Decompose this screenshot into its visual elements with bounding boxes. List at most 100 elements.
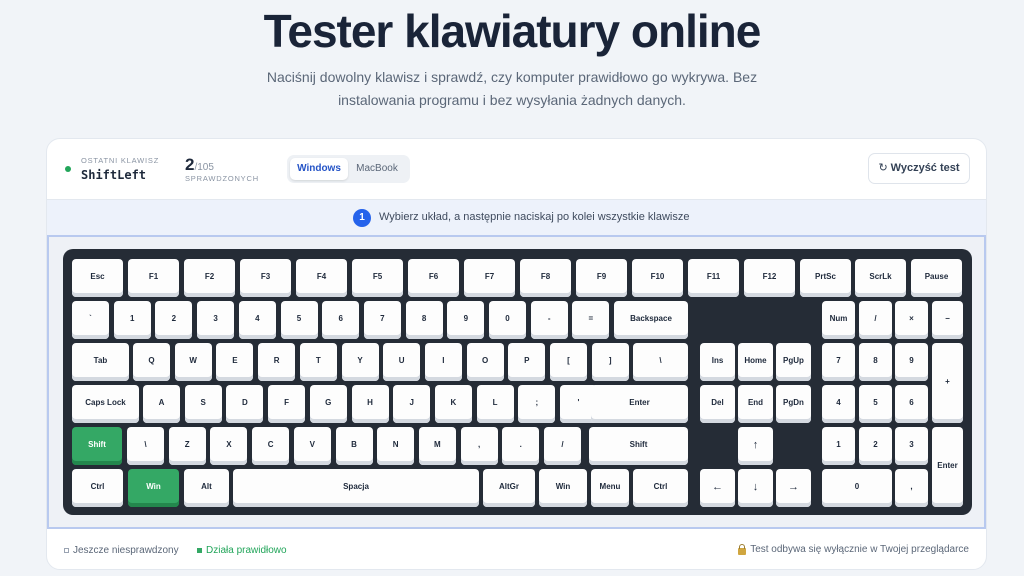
key-symbol[interactable]: ← — [700, 469, 735, 507]
key-y[interactable]: Y — [341, 343, 379, 381]
key-f[interactable]: F — [268, 385, 306, 423]
key-pgdn[interactable]: PgDn — [776, 385, 811, 423]
key-j[interactable]: J — [393, 385, 431, 423]
key-del[interactable]: Del — [700, 385, 735, 423]
key-symbol[interactable]: ` — [72, 301, 109, 339]
key-1[interactable]: 1 — [822, 427, 855, 465]
key-symbol[interactable]: ; — [518, 385, 556, 423]
key-a[interactable]: A — [143, 385, 180, 423]
key-x[interactable]: X — [210, 427, 248, 465]
key-v[interactable]: V — [293, 427, 331, 465]
key-num[interactable]: Num — [822, 301, 855, 339]
key-symbol[interactable]: / — [544, 427, 581, 465]
key-scrlk[interactable]: ScrLk — [855, 259, 906, 297]
key-f9[interactable]: F9 — [576, 259, 627, 297]
key-q[interactable]: Q — [133, 343, 170, 381]
key-symbol[interactable]: ↑ — [738, 427, 773, 465]
key-h[interactable]: H — [351, 385, 389, 423]
key-f8[interactable]: F8 — [520, 259, 571, 297]
key-symbol[interactable]: - — [530, 301, 568, 339]
key-w[interactable]: W — [174, 343, 212, 381]
key-i[interactable]: I — [424, 343, 462, 381]
key-pause[interactable]: Pause — [911, 259, 962, 297]
key-5[interactable]: 5 — [859, 385, 892, 423]
key-9[interactable]: 9 — [447, 301, 485, 339]
key-4[interactable]: 4 — [822, 385, 855, 423]
key-8[interactable]: 8 — [859, 343, 892, 381]
key-f3[interactable]: F3 — [240, 259, 291, 297]
key-end[interactable]: End — [738, 385, 773, 423]
key-symbol[interactable]: [ — [550, 343, 587, 381]
key-2[interactable]: 2 — [155, 301, 193, 339]
key-symbol[interactable]: → — [776, 469, 811, 507]
key-symbol[interactable]: \ — [127, 427, 164, 465]
key-symbol[interactable]: , — [895, 469, 928, 507]
key-0[interactable]: 0 — [822, 469, 892, 507]
key-f11[interactable]: F11 — [688, 259, 739, 297]
key-f10[interactable]: F10 — [632, 259, 683, 297]
key-enter[interactable]: Enter — [591, 385, 688, 423]
key-0[interactable]: 0 — [489, 301, 526, 339]
key-4[interactable]: 4 — [238, 301, 276, 339]
clear-test-button[interactable]: ↻ Wyczyść test — [868, 153, 970, 184]
key-3[interactable]: 3 — [895, 427, 928, 465]
layout-windows-button[interactable]: Windows — [290, 158, 348, 180]
key-l[interactable]: L — [476, 385, 514, 423]
key-symbol[interactable]: . — [502, 427, 540, 465]
key-9[interactable]: 9 — [895, 343, 928, 381]
key-o[interactable]: O — [466, 343, 504, 381]
layout-macbook-button[interactable]: MacBook — [348, 158, 406, 180]
key-2[interactable]: 2 — [859, 427, 892, 465]
key-f6[interactable]: F6 — [408, 259, 459, 297]
key-k[interactable]: K — [434, 385, 472, 423]
key-esc[interactable]: Esc — [72, 259, 123, 297]
key-f2[interactable]: F2 — [184, 259, 235, 297]
key-6[interactable]: 6 — [322, 301, 360, 339]
key-shift[interactable]: Shift — [589, 427, 688, 465]
key-u[interactable]: U — [383, 343, 421, 381]
key-g[interactable]: G — [309, 385, 347, 423]
key-symbol[interactable]: ↓ — [738, 469, 773, 507]
key-caps-lock[interactable]: Caps Lock — [72, 385, 139, 423]
key-win[interactable]: Win — [128, 469, 179, 507]
key-alt[interactable]: Alt — [184, 469, 229, 507]
key-symbol[interactable]: − — [932, 301, 963, 339]
key-8[interactable]: 8 — [405, 301, 443, 339]
key-prtsc[interactable]: PrtSc — [800, 259, 851, 297]
key-win[interactable]: Win — [539, 469, 587, 507]
key-altgr[interactable]: AltGr — [483, 469, 535, 507]
key-d[interactable]: D — [226, 385, 264, 423]
key-symbol[interactable]: , — [460, 427, 498, 465]
key-p[interactable]: P — [508, 343, 546, 381]
key-z[interactable]: Z — [168, 427, 206, 465]
key-f7[interactable]: F7 — [464, 259, 515, 297]
key-7[interactable]: 7 — [363, 301, 401, 339]
key-symbol[interactable]: × — [895, 301, 928, 339]
key-e[interactable]: E — [216, 343, 254, 381]
key-shift[interactable]: Shift — [72, 427, 122, 465]
key-spacja[interactable]: Spacja — [233, 469, 479, 507]
key-symbol[interactable]: = — [572, 301, 610, 339]
key-r[interactable]: R — [258, 343, 296, 381]
key-menu[interactable]: Menu — [591, 469, 629, 507]
key-f1[interactable]: F1 — [128, 259, 179, 297]
key-3[interactable]: 3 — [197, 301, 235, 339]
key-symbol[interactable]: + — [932, 343, 963, 423]
key-symbol[interactable]: ] — [591, 343, 629, 381]
key-7[interactable]: 7 — [822, 343, 855, 381]
key-enter[interactable]: Enter — [932, 427, 963, 507]
key-home[interactable]: Home — [738, 343, 773, 381]
key-backspace[interactable]: Backspace — [614, 301, 688, 339]
key-1[interactable]: 1 — [113, 301, 151, 339]
key-b[interactable]: B — [335, 427, 373, 465]
key-pgup[interactable]: PgUp — [776, 343, 811, 381]
key-ctrl[interactable]: Ctrl — [72, 469, 123, 507]
key-5[interactable]: 5 — [280, 301, 318, 339]
key-f4[interactable]: F4 — [296, 259, 347, 297]
key-f12[interactable]: F12 — [744, 259, 795, 297]
key-6[interactable]: 6 — [895, 385, 928, 423]
key-ins[interactable]: Ins — [700, 343, 735, 381]
key-s[interactable]: S — [184, 385, 222, 423]
key-symbol[interactable]: / — [859, 301, 892, 339]
key-t[interactable]: T — [299, 343, 337, 381]
